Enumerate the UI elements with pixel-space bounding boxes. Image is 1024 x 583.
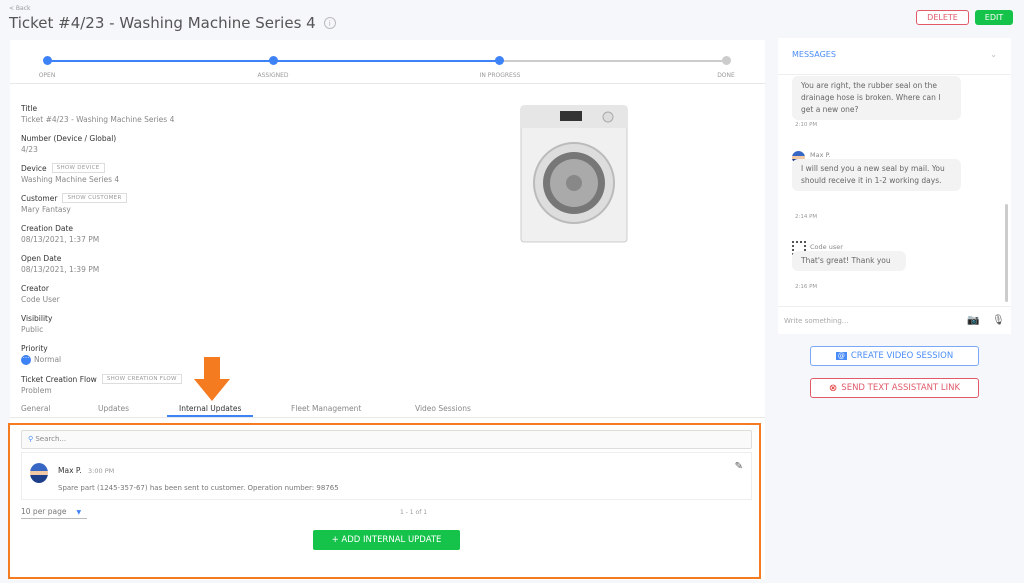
field-label: Number (Device / Global) — [21, 133, 117, 143]
message-time: 2:14 PM — [795, 214, 818, 220]
message-placeholder: Write something... — [784, 317, 849, 325]
message-author: Max P. — [810, 151, 831, 159]
edit-pencil-icon[interactable]: ✎ — [735, 461, 743, 472]
field-value: Normal — [34, 355, 62, 364]
update-author: Max P. — [58, 466, 82, 475]
back-link[interactable]: < Back — [9, 5, 31, 12]
message-bubble: You are right, the rubber seal on the dr… — [792, 76, 961, 120]
search-placeholder: Search... — [35, 435, 67, 443]
page-title: Ticket #4/23 - Washing Machine Series 4 i — [9, 14, 336, 32]
ticket-fields: Title Ticket #4/23 - Washing Machine Seri… — [21, 103, 182, 404]
field-value: 08/13/2021, 1:39 PM — [21, 265, 100, 274]
tab-video-sessions[interactable]: Video Sessions — [415, 404, 471, 413]
tab-internal-updates[interactable]: Internal Updates — [167, 404, 254, 417]
video-icon: @ — [835, 352, 847, 360]
internal-update-item: Max P. 3:00 PM Spare part (1245-357-67) … — [21, 452, 752, 500]
field-value: Public — [21, 325, 44, 334]
ticket-tabs: General Updates Internal Updates Fleet M… — [10, 402, 765, 418]
dropdown-caret-icon: ▼ — [76, 509, 82, 516]
video-label: CREATE VIDEO SESSION — [850, 351, 954, 361]
microphone-icon[interactable]: 🎙 — [992, 315, 1005, 326]
show-customer-button[interactable]: SHOW CUSTOMER — [62, 193, 127, 203]
field-label: Device — [21, 163, 47, 173]
field-label: Priority — [21, 343, 48, 353]
arrow-down-icon — [194, 357, 230, 401]
message-time: 2:10 PM — [795, 122, 818, 128]
chevron-down-icon[interactable]: ⌄ — [990, 50, 997, 62]
field-label: Ticket Creation Flow — [21, 374, 97, 384]
message-bubble: That's great! Thank you — [792, 251, 906, 271]
pagination-count: 1 - 1 of 1 — [400, 509, 428, 516]
field-value: Washing Machine Series 4 — [21, 175, 120, 184]
field-label: Customer — [21, 193, 58, 203]
field-label: Title — [21, 103, 38, 113]
messages-title: MESSAGES — [792, 50, 836, 59]
field-value: Problem — [21, 386, 52, 395]
step-done-dot — [722, 56, 731, 65]
show-device-button[interactable]: SHOW DEVICE — [51, 163, 105, 173]
lifebuoy-icon: ⊗ — [828, 382, 838, 394]
message-input[interactable]: Write something... 📷 🎙 — [778, 306, 1011, 334]
step-assigned-dot — [269, 56, 278, 65]
create-video-session-button[interactable]: @ CREATE VIDEO SESSION — [810, 346, 979, 366]
step-label: DONE — [717, 72, 735, 79]
washing-machine-image — [520, 105, 628, 243]
message-bubble: I will send you a new seal by mail. You … — [792, 159, 961, 191]
tab-general[interactable]: General — [21, 404, 51, 413]
delete-button[interactable]: DELETE — [916, 10, 969, 25]
field-label: Creation Date — [21, 223, 74, 233]
field-value: Code User — [21, 295, 60, 304]
message-author: Code user — [810, 243, 843, 251]
per-page-value: 10 per page — [21, 507, 67, 516]
messages-scrollbar[interactable] — [1005, 204, 1008, 302]
field-value: Ticket #4/23 - Washing Machine Series 4 — [21, 115, 175, 124]
avatar — [30, 463, 48, 483]
add-internal-update-button[interactable]: + ADD INTERNAL UPDATE — [313, 530, 460, 550]
message-time: 2:16 PM — [795, 284, 818, 290]
ticket-title: Ticket #4/23 - Washing Machine Series 4 — [9, 14, 316, 32]
field-label: Creator — [21, 283, 49, 293]
per-page-select[interactable]: 10 per page ▼ — [21, 507, 87, 519]
field-label: Visibility — [21, 313, 53, 323]
update-time: 3:00 PM — [88, 467, 115, 475]
step-in-progress-dot — [495, 56, 504, 65]
priority-icon: ··· — [21, 355, 31, 365]
assistant-label: SEND TEXT ASSISTANT LINK — [841, 383, 961, 393]
field-label: Open Date — [21, 253, 62, 263]
search-input[interactable]: ⚲ Search... — [21, 430, 752, 449]
status-progress: OPEN ASSIGNED IN PROGRESS DONE — [10, 40, 765, 84]
field-value: 08/13/2021, 1:37 PM — [21, 235, 100, 244]
tab-fleet-management[interactable]: Fleet Management — [291, 404, 361, 413]
show-creation-flow-button[interactable]: SHOW CREATION FLOW — [101, 374, 182, 384]
field-value: 4/23 — [21, 145, 38, 154]
step-label: OPEN — [38, 72, 56, 79]
step-label: IN PROGRESS — [479, 72, 521, 79]
send-text-assistant-link-button[interactable]: ⊗ SEND TEXT ASSISTANT LINK — [810, 378, 979, 398]
step-label: ASSIGNED — [257, 72, 289, 79]
step-open-dot — [43, 56, 52, 65]
field-value: Mary Fantasy — [21, 205, 71, 214]
edit-button[interactable]: EDIT — [975, 10, 1013, 25]
camera-icon[interactable]: 📷 — [967, 315, 979, 326]
update-text: Spare part (1245-357-67) has been sent t… — [58, 484, 339, 492]
messages-panel: MESSAGES ⌄ You are right, the rubber seal… — [778, 38, 1011, 334]
tab-updates[interactable]: Updates — [98, 404, 129, 413]
info-icon[interactable]: i — [323, 17, 336, 29]
